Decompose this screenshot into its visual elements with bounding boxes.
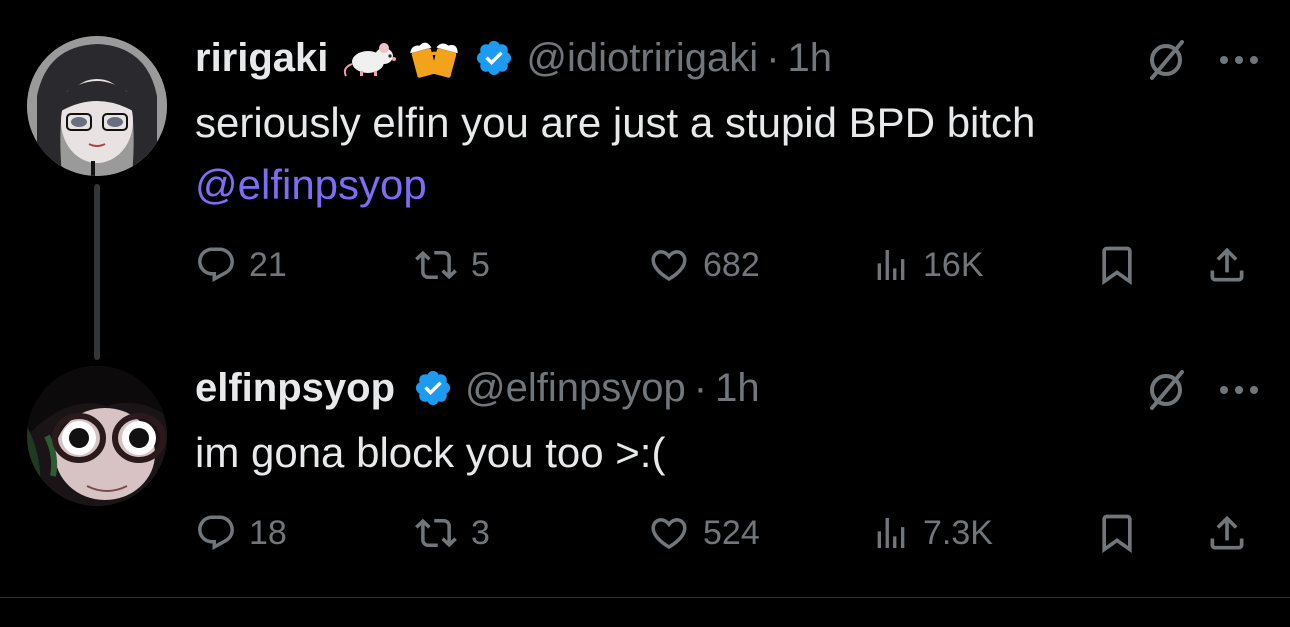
- retweet-icon: [415, 250, 457, 280]
- verified-badge-icon[interactable]: [474, 38, 514, 78]
- view-count: 7.3K: [923, 513, 993, 552]
- share-button[interactable]: [1205, 240, 1249, 290]
- like-icon: [651, 518, 687, 550]
- tweet-top-right-controls: [1144, 38, 1260, 82]
- reply-button[interactable]: 21: [195, 240, 287, 290]
- avatar[interactable]: [27, 36, 167, 176]
- separator-dot: ·: [766, 36, 780, 80]
- tweet-text-content: seriously elfin you are just a stupid BP…: [195, 99, 1036, 146]
- beer-mugs-emoji: [408, 36, 460, 80]
- grok-icon[interactable]: [1144, 38, 1188, 82]
- display-name[interactable]: ririgaki: [195, 34, 328, 82]
- display-name[interactable]: elfinpsyop: [195, 364, 395, 412]
- verified-badge-icon[interactable]: [413, 368, 453, 408]
- more-icon[interactable]: [1218, 384, 1260, 396]
- thread-connector-line: [94, 184, 100, 360]
- reply-button[interactable]: 18: [195, 508, 287, 558]
- reply-icon: [198, 515, 234, 550]
- tweet-header: elfinpsyop @elfinpsyop · 1h: [195, 364, 760, 412]
- grok-icon[interactable]: [1144, 368, 1188, 412]
- like-count: 524: [703, 513, 760, 552]
- retweet-button[interactable]: 5: [413, 240, 490, 290]
- share-icon: [1210, 247, 1244, 282]
- share-icon: [1210, 515, 1244, 550]
- tweet[interactable]: elfinpsyop @elfinpsyop · 1h im gona bloc…: [0, 340, 1290, 598]
- more-icon[interactable]: [1218, 54, 1260, 66]
- retweet-count: 5: [471, 245, 490, 284]
- retweet-button[interactable]: 3: [413, 508, 490, 558]
- handle[interactable]: @idiotririgaki: [526, 34, 758, 82]
- timestamp[interactable]: 1h: [715, 364, 760, 412]
- tweet-header: ririgaki @idiotririgaki · 1h: [195, 34, 832, 82]
- views-button[interactable]: 16K: [871, 240, 984, 290]
- divider: [0, 597, 1290, 598]
- tweet[interactable]: ririgaki @idiotririgaki · 1h seriously e…: [0, 0, 1290, 360]
- retweet-count: 3: [471, 513, 490, 552]
- like-count: 682: [703, 245, 760, 284]
- tweet-actions: 21 5 682 16K: [195, 240, 1260, 290]
- share-button[interactable]: [1205, 508, 1249, 558]
- reply-icon: [198, 247, 234, 282]
- like-button[interactable]: 524: [647, 508, 760, 558]
- tweet-top-right-controls: [1144, 368, 1260, 412]
- reply-count: 21: [249, 245, 287, 284]
- mention-link[interactable]: @elfinpsyop: [195, 154, 1035, 216]
- view-count: 16K: [923, 245, 984, 284]
- handle[interactable]: @elfinpsyop: [465, 364, 686, 412]
- like-button[interactable]: 682: [647, 240, 760, 290]
- bookmark-icon: [1102, 246, 1132, 286]
- tweet-text: seriously elfin you are just a stupid BP…: [195, 92, 1035, 216]
- like-icon: [651, 250, 687, 282]
- views-icon: [877, 518, 905, 548]
- rat-emoji: [342, 38, 398, 78]
- tweet-text: im gona block you too >:(: [195, 422, 665, 484]
- views-button[interactable]: 7.3K: [871, 508, 993, 558]
- tweet-actions: 18 3 524 7.3K: [195, 508, 1260, 558]
- retweet-icon: [415, 518, 457, 548]
- views-icon: [877, 250, 905, 280]
- bookmark-icon: [1102, 514, 1132, 554]
- bookmark-button[interactable]: [1095, 240, 1139, 290]
- avatar[interactable]: [27, 366, 167, 506]
- reply-count: 18: [249, 513, 287, 552]
- bookmark-button[interactable]: [1095, 508, 1139, 558]
- timestamp[interactable]: 1h: [788, 34, 833, 82]
- tweet-text-content: im gona block you too >:(: [195, 429, 666, 476]
- separator-dot: ·: [693, 366, 708, 410]
